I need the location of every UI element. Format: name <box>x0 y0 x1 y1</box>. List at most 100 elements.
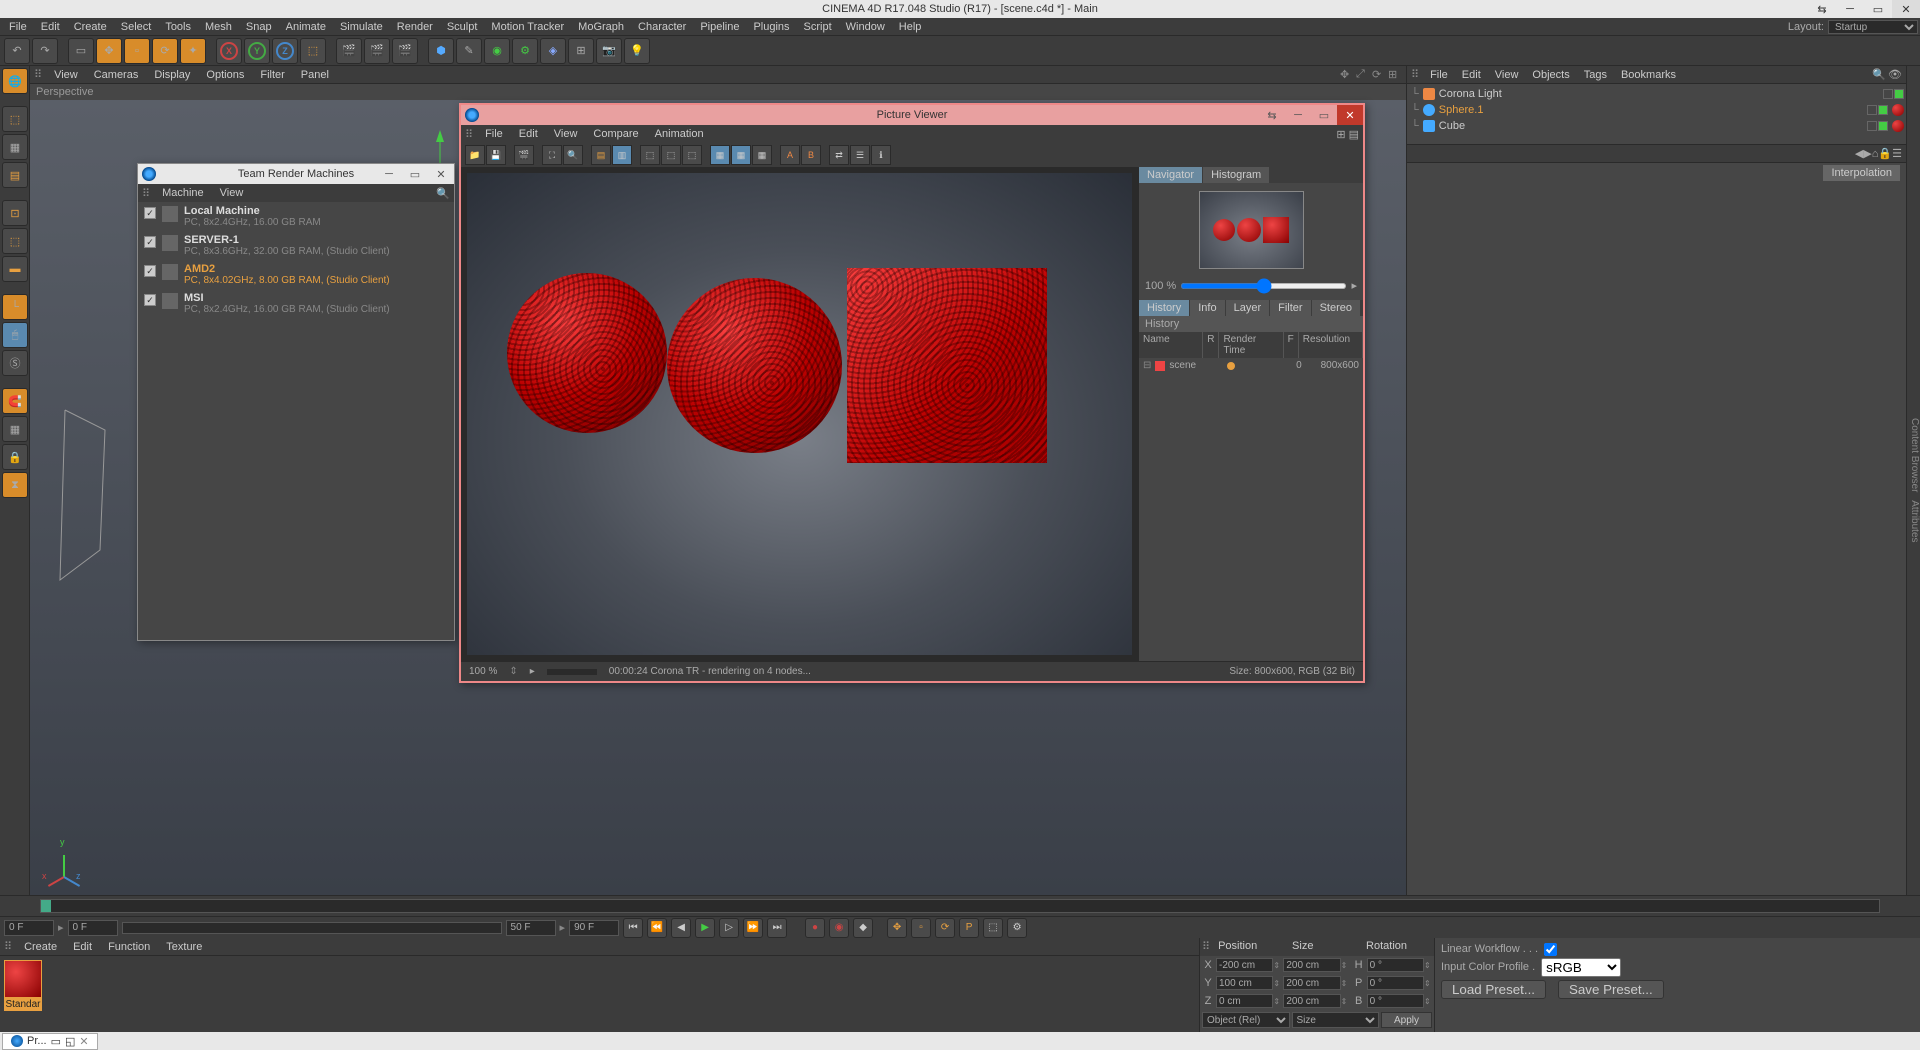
pv-filter1-button[interactable]: ▦ <box>710 145 730 165</box>
input-color-select[interactable]: sRGB <box>1541 958 1621 977</box>
obj-menu-bookmarks[interactable]: Bookmarks <box>1614 67 1683 83</box>
close-icon[interactable]: ✕ <box>428 164 454 184</box>
menu-render[interactable]: Render <box>390 19 440 35</box>
camera-button[interactable]: 📷 <box>596 38 622 64</box>
menu-plugins[interactable]: Plugins <box>746 19 796 35</box>
status-zoom-menu-icon[interactable]: ▸ <box>530 666 535 677</box>
pv-filter3-button[interactable]: ▦ <box>752 145 772 165</box>
pv-compare-ab-button[interactable]: ⬚ <box>682 145 702 165</box>
lock-button[interactable]: 🔒 <box>2 444 28 470</box>
tr-menu-machine[interactable]: Machine <box>154 185 212 201</box>
frame-start-field[interactable] <box>4 920 54 936</box>
mat-menu-function[interactable]: Function <box>100 939 158 955</box>
vp-rotate-icon[interactable]: ⟳ <box>1372 68 1386 82</box>
size-mode-select[interactable]: Size <box>1292 1012 1380 1028</box>
maximize-icon[interactable]: ▭ <box>1864 0 1892 18</box>
pv-set-b-button[interactable]: B <box>801 145 821 165</box>
menu-snap[interactable]: Snap <box>239 19 279 35</box>
pv-menu-file[interactable]: File <box>477 126 511 142</box>
layer-tab[interactable]: Layer <box>1226 300 1271 316</box>
stereo-tab[interactable]: Stereo <box>1312 300 1361 316</box>
render-pv-button[interactable]: 🎬 <box>364 38 390 64</box>
aux-icon[interactable]: ⇆ <box>1808 0 1836 18</box>
menu-simulate[interactable]: Simulate <box>333 19 390 35</box>
pos-x-field[interactable] <box>1216 958 1273 972</box>
size-z-field[interactable] <box>1283 994 1340 1008</box>
point-mode-button[interactable]: ⊡ <box>2 200 28 226</box>
size-x-field[interactable] <box>1283 958 1340 972</box>
menu-create[interactable]: Create <box>67 19 114 35</box>
rotate-tool[interactable]: ⟳ <box>152 38 178 64</box>
right-edge-tabs[interactable]: Content Browser Attributes <box>1906 66 1920 895</box>
menu-tools[interactable]: Tools <box>158 19 198 35</box>
frame-end2-field[interactable] <box>569 920 619 936</box>
obj-menu-objects[interactable]: Objects <box>1525 67 1576 83</box>
pv-fullscreen-button[interactable]: ⛶ <box>542 145 562 165</box>
move-tool[interactable]: ✥ <box>96 38 122 64</box>
vp-menu-display[interactable]: Display <box>146 67 198 83</box>
layout-select[interactable]: Startup <box>1828 20 1918 34</box>
size-y-field[interactable] <box>1283 976 1340 990</box>
close-icon[interactable]: ✕ <box>1337 105 1363 125</box>
pv-compare-b-button[interactable]: ⬚ <box>661 145 681 165</box>
nav-tab[interactable]: Navigator <box>1139 167 1203 183</box>
pen-tool-button[interactable]: ✎ <box>456 38 482 64</box>
taskbar-tab[interactable]: Pr... ▭ ◱ ✕ <box>2 1033 98 1050</box>
pv-menu-animation[interactable]: Animation <box>647 126 712 142</box>
viewport-solo-button[interactable]: ▦ <box>2 416 28 442</box>
frame-end1-field[interactable] <box>506 920 556 936</box>
zoom-slider[interactable] <box>1180 283 1347 289</box>
histogram-tab[interactable]: Histogram <box>1203 167 1270 183</box>
machine-checkbox[interactable]: ✓ <box>144 265 156 277</box>
pv-menu-edit[interactable]: Edit <box>511 126 546 142</box>
z-axis-toggle[interactable]: Z <box>272 38 298 64</box>
menu-script[interactable]: Script <box>797 19 839 35</box>
key-pla-button[interactable]: ⬚ <box>983 918 1003 938</box>
y-axis-toggle[interactable]: Y <box>244 38 270 64</box>
make-editable-button[interactable]: 🌐 <box>2 68 28 94</box>
soft-select-button[interactable]: 🧲 <box>2 388 28 414</box>
pv-hist-button[interactable]: ▥ <box>612 145 632 165</box>
vp-menu-options[interactable]: Options <box>198 67 252 83</box>
pv-menu-view[interactable]: View <box>546 126 586 142</box>
menu-file[interactable]: File <box>2 19 34 35</box>
zoom-menu-icon[interactable]: ▸ <box>1351 279 1357 292</box>
machine-row[interactable]: ✓ Local MachinePC, 8x2.4GHz, 16.00 GB RA… <box>138 202 454 231</box>
coord-system-button[interactable]: ⬚ <box>300 38 326 64</box>
pv-clapper-button[interactable]: 🎬 <box>514 145 534 165</box>
object-name[interactable]: Sphere.1 <box>1439 104 1863 116</box>
search-icon[interactable]: 🔍 <box>436 187 450 200</box>
pv-zoom-button[interactable]: 🔍 <box>563 145 583 165</box>
maximize-icon[interactable]: ▭ <box>1311 105 1337 125</box>
menu-help[interactable]: Help <box>892 19 929 35</box>
key-scale-button[interactable]: ▫ <box>911 918 931 938</box>
material-thumbnail[interactable]: Standar <box>4 960 42 1011</box>
key-pos-button[interactable]: ✥ <box>887 918 907 938</box>
machine-checkbox[interactable]: ✓ <box>144 236 156 248</box>
light-button[interactable]: 💡 <box>624 38 650 64</box>
apply-button[interactable]: Apply <box>1381 1012 1432 1028</box>
grip-icon[interactable]: ⠿ <box>465 128 477 141</box>
goto-start-button[interactable]: ⏮ <box>623 918 643 938</box>
prev-frame-button[interactable]: ◀ <box>671 918 691 938</box>
grip-icon[interactable]: ⠿ <box>1200 938 1212 956</box>
obj-menu-view[interactable]: View <box>1488 67 1526 83</box>
pv-save-button[interactable]: 💾 <box>486 145 506 165</box>
undo-button[interactable]: ↶ <box>4 38 30 64</box>
tab-max-icon[interactable]: ◱ <box>65 1035 75 1048</box>
vp-menu-panel[interactable]: Panel <box>293 67 337 83</box>
aux-icon[interactable]: ⇆ <box>1259 105 1285 125</box>
tab-restore-icon[interactable]: ▭ <box>51 1035 61 1048</box>
machine-row[interactable]: ✓ SERVER-1PC, 8x3.6GHz, 32.00 GB RAM, (S… <box>138 231 454 260</box>
menu-window[interactable]: Window <box>839 19 892 35</box>
team-render-titlebar[interactable]: Team Render Machines ─ ▭ ✕ <box>138 164 454 184</box>
material-tag-icon[interactable] <box>1892 104 1904 116</box>
object-name[interactable]: Cube <box>1439 120 1863 132</box>
axis-mode-button[interactable]: └ <box>2 294 28 320</box>
menu-edit[interactable]: Edit <box>34 19 67 35</box>
close-icon[interactable]: ✕ <box>1892 0 1920 18</box>
search-icon[interactable]: 🔍 <box>1872 68 1886 81</box>
tr-menu-view[interactable]: View <box>212 185 252 201</box>
poly-mode-button[interactable]: ▬ <box>2 256 28 282</box>
grip-icon[interactable]: ⠿ <box>4 940 16 953</box>
